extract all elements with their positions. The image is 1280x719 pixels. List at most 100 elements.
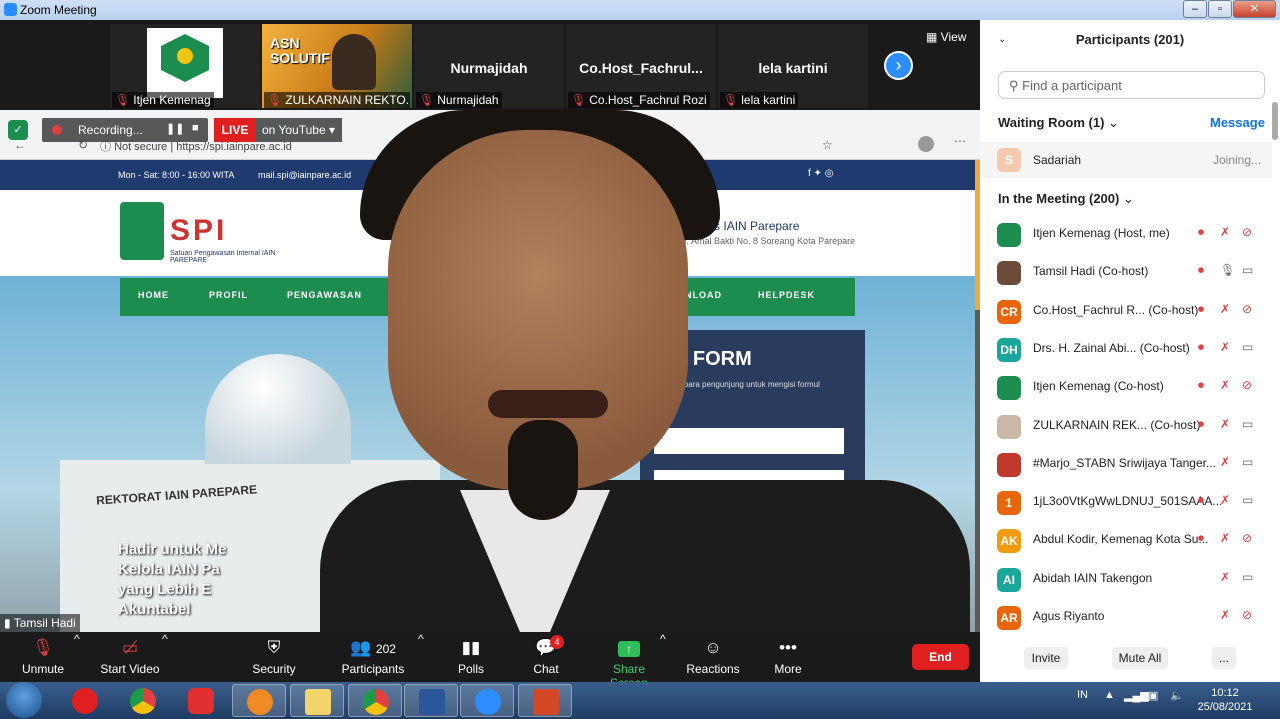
- in-meeting-header[interactable]: In the Meeting (200) ⌄: [998, 191, 1134, 207]
- youtube-live-dropdown[interactable]: on YouTube ▾: [256, 118, 342, 142]
- mic-icon: 🎙: [1220, 263, 1236, 278]
- polls-icon: ▮▮: [461, 638, 481, 657]
- participant-row[interactable]: Itjen Kemenag (Host, me) ⏺ ✗ ⊘: [980, 216, 1272, 254]
- minimize-button[interactable]: –: [1183, 0, 1207, 18]
- thumbnail-nurmajidah[interactable]: Nurmajidah 🎙 Nurmajidah: [414, 24, 564, 108]
- next-page-button[interactable]: ›: [884, 51, 913, 80]
- volume-muted-icon[interactable]: 🔈: [1170, 689, 1184, 702]
- start-video-button[interactable]: ▭̸ Start Video: [98, 632, 162, 682]
- system-clock[interactable]: 10:12 25/08/2021: [1194, 686, 1256, 714]
- stop-recording-button[interactable]: ■: [192, 122, 199, 134]
- search-icon: ⚲: [1009, 78, 1023, 93]
- tray-app-icon[interactable]: ▣: [1148, 689, 1158, 702]
- participant-row[interactable]: AI Abidah IAIN Takengon ✗ ▭: [980, 561, 1272, 599]
- more-button[interactable]: ••• More: [770, 632, 806, 682]
- taskbar-firefox[interactable]: [232, 684, 286, 717]
- language-indicator[interactable]: IN: [1077, 689, 1088, 701]
- tray-expand-icon[interactable]: ▲: [1104, 689, 1115, 701]
- thumbnail-lela-kartini[interactable]: lela kartini 🎙 lela kartini: [718, 24, 868, 108]
- participants-button[interactable]: 👥 202 Participants: [340, 632, 406, 682]
- avatar: [997, 376, 1021, 401]
- window-title: Zoom Meeting: [20, 3, 97, 17]
- participant-row[interactable]: ZULKARNAIN REK... (Co-host) ⏺ ✗ ▭: [980, 408, 1272, 446]
- waiting-room-header[interactable]: Waiting Room (1) ⌄: [998, 115, 1119, 131]
- live-badge[interactable]: LIVE: [214, 118, 256, 142]
- mic-muted-icon: 🎙: [571, 93, 587, 107]
- camera-icon: ▭: [1242, 263, 1254, 278]
- speaker-video: [320, 110, 970, 632]
- more-dots-icon: •••: [779, 638, 797, 657]
- recording-icon: ⏺: [1198, 339, 1205, 354]
- zoom-icon: [475, 689, 501, 715]
- polls-button[interactable]: ▮▮ Polls: [452, 632, 490, 682]
- chevron-down-icon: ⌄: [1122, 191, 1134, 206]
- mic-muted-icon: 🎙: [419, 93, 435, 107]
- thumbnail-label: 🎙 Co.Host_Fachrul Rozi: [568, 92, 710, 108]
- start-button[interactable]: [6, 682, 42, 718]
- thumbnail-label: 🎙 Nurmajidah: [416, 92, 502, 108]
- participant-name: Agus Riyanto: [1033, 609, 1105, 623]
- thumbnail-zulkarnain[interactable]: ASN SOLUTIF 🎙 ZULKARNAIN REKTO...: [262, 24, 412, 108]
- thumbnail-label: 🎙 ZULKARNAIN REKTO...: [264, 92, 410, 108]
- taskbar-explorer[interactable]: [290, 684, 344, 717]
- taskbar-opera[interactable]: [58, 684, 112, 717]
- participant-row[interactable]: AK Abdul Kodir, Kemenag Kota Su... ⏺ ✗ ⊘: [980, 522, 1272, 560]
- end-meeting-button[interactable]: End: [912, 644, 969, 670]
- site-hours: Mon - Sat: 8:00 - 16:00 WITA: [118, 170, 235, 180]
- panel-scrollbar[interactable]: [1272, 102, 1278, 140]
- participant-row[interactable]: AR Agus Riyanto ✗ ⊘: [980, 599, 1272, 637]
- security-button[interactable]: ⛨ Security: [250, 632, 298, 682]
- panel-title: Participants (201): [1075, 32, 1185, 47]
- thumbnail-co-host-fachrul[interactable]: Co.Host_Fachrul... 🎙 Co.Host_Fachrul Rozi: [566, 24, 716, 108]
- thumbnail-label: 🎙 Itjen Kemenag: [112, 92, 214, 108]
- unmute-button[interactable]: 🎙 Unmute: [18, 632, 68, 682]
- chat-button[interactable]: 💬 Chat 4: [528, 632, 564, 682]
- taskbar-app[interactable]: [174, 684, 228, 717]
- mic-muted-icon: 🎙: [267, 93, 283, 107]
- video-thumbnail-strip: 🎙 Itjen Kemenag ASN SOLUTIF 🎙 ZULKARNAIN R…: [0, 20, 980, 110]
- mic-muted-icon: ✗: [1220, 301, 1231, 316]
- taskbar-chrome-2[interactable]: [348, 684, 402, 717]
- window-title-bar: Zoom Meeting – ▫ ✕: [0, 0, 1280, 20]
- more-options-button[interactable]: ...: [1212, 647, 1236, 669]
- share-screen-icon: ↑: [618, 641, 640, 657]
- view-button[interactable]: ▦ View: [926, 30, 966, 44]
- reactions-button[interactable]: ☺ Reactions: [686, 632, 740, 682]
- profile-icon: [918, 136, 934, 152]
- waiting-participant-row[interactable]: S Sadariah Joining...: [980, 142, 1272, 178]
- video-options-caret[interactable]: ^: [162, 632, 168, 682]
- audio-options-caret[interactable]: ^: [74, 632, 80, 682]
- taskbar-zoom[interactable]: [460, 684, 514, 717]
- share-screen-button[interactable]: ↑Share Screen: [594, 632, 664, 690]
- network-icon[interactable]: ▂▄▆: [1124, 689, 1149, 702]
- back-icon: ←: [14, 138, 26, 152]
- share-options-caret[interactable]: ^: [660, 632, 666, 682]
- recording-icon: ⏺: [1198, 225, 1205, 239]
- mic-muted-icon: ✗: [1220, 569, 1231, 584]
- recording-icon: ⏺: [1198, 301, 1205, 316]
- participant-row[interactable]: Tamsil Hadi (Co-host) ⏺ 🎙 ▭: [980, 254, 1272, 292]
- participant-row[interactable]: DH Drs. H. Zainal Abi... (Co-host) ⏺ ✗ ▭: [980, 331, 1272, 369]
- maximize-button[interactable]: ▫: [1208, 0, 1232, 18]
- close-window-button[interactable]: ✕: [1233, 0, 1276, 18]
- participant-row[interactable]: #Marjo_STABN Sriwijaya Tanger... ✗ ▭: [980, 446, 1272, 484]
- participant-search-input[interactable]: ⚲ Find a participant: [998, 71, 1265, 99]
- mute-all-button[interactable]: Mute All: [1112, 647, 1168, 669]
- taskbar-powerpoint[interactable]: [518, 684, 572, 717]
- chevron-down-icon: ⌄: [1108, 115, 1119, 130]
- camera-off-icon: ⊘: [1242, 608, 1253, 622]
- message-waiting-room-button[interactable]: Message: [1210, 115, 1265, 130]
- camera-icon: ▭: [1242, 569, 1254, 584]
- taskbar-chrome[interactable]: [116, 684, 170, 717]
- participant-name: 1jL3o0VtKgWwLDNUJ_501SAAA...: [1033, 494, 1221, 509]
- thumbnail-itjen-kemenag[interactable]: 🎙 Itjen Kemenag: [110, 24, 260, 108]
- site-logo-text: SPI: [170, 214, 228, 247]
- invite-button[interactable]: Invite: [1024, 647, 1068, 669]
- taskbar-word[interactable]: [404, 684, 458, 717]
- participants-caret[interactable]: ^: [418, 632, 424, 682]
- participant-row[interactable]: 1 1jL3o0VtKgWwLDNUJ_501SAAA... ⏺ ✗ ▭: [980, 484, 1272, 522]
- shield-icon[interactable]: ✓: [8, 120, 28, 140]
- participant-row[interactable]: Itjen Kemenag (Co-host) ⏺ ✗ ⊘: [980, 369, 1272, 407]
- pause-recording-button[interactable]: ❚❚: [166, 122, 184, 135]
- participant-row[interactable]: CR Co.Host_Fachrul R... (Co-host) ⏺ ✗ ⊘: [980, 293, 1272, 331]
